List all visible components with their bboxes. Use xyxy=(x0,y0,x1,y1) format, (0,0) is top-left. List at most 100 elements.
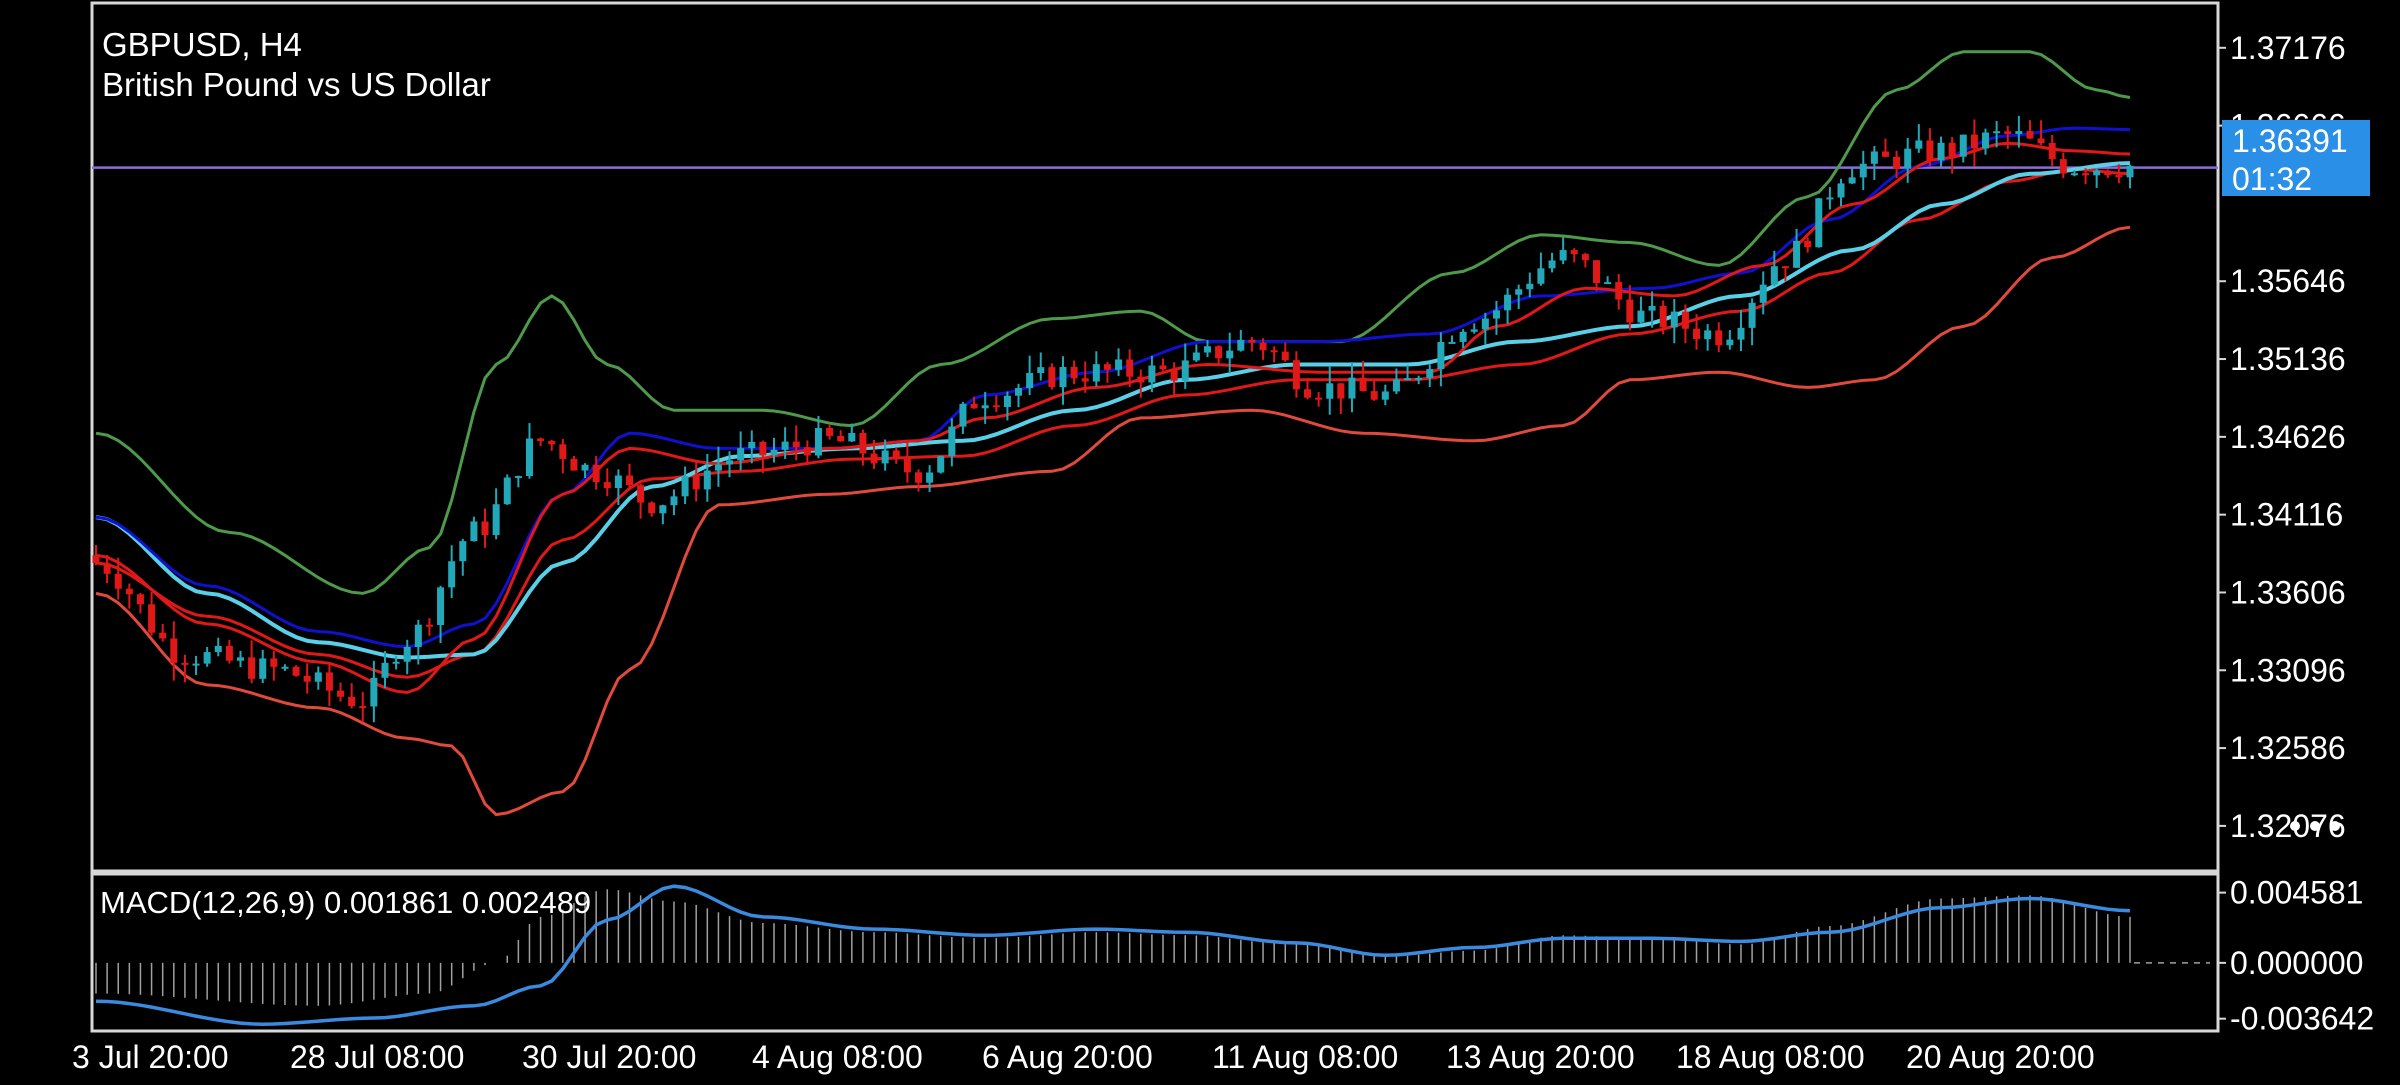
candle-body xyxy=(448,561,456,588)
candle-body xyxy=(537,438,545,441)
candle-body xyxy=(1381,391,1389,400)
candle-body xyxy=(1904,148,1912,169)
candle-body xyxy=(1115,359,1123,370)
candle-body xyxy=(1982,132,1990,149)
candle-body xyxy=(603,482,611,488)
more-options-button[interactable] xyxy=(2280,812,2350,840)
candle-body xyxy=(1837,183,1845,198)
candle-body xyxy=(548,440,556,445)
candle-body xyxy=(626,475,634,486)
chart-canvas[interactable]: 1.371761.366661.356461.351361.346261.341… xyxy=(0,0,2400,1080)
candle-body xyxy=(1459,331,1467,342)
x-axis-tick-label: 30 Jul 20:00 xyxy=(522,1039,696,1075)
candle-body xyxy=(1304,389,1312,398)
candle-body xyxy=(659,505,667,514)
candle-body xyxy=(914,472,922,483)
candle-body xyxy=(1470,329,1478,332)
candle-body xyxy=(425,624,433,627)
candle-body xyxy=(1826,197,1834,200)
candle-body xyxy=(1626,299,1634,323)
candle-body xyxy=(1515,289,1523,295)
candle-body xyxy=(2004,131,2012,134)
y-axis-tick-label: 1.35136 xyxy=(2230,341,2346,377)
candle-body xyxy=(748,441,756,449)
candle-body xyxy=(1492,310,1500,319)
candle-body xyxy=(337,690,345,697)
candle-body xyxy=(314,672,322,682)
dot-icon xyxy=(2290,821,2300,831)
candle-body xyxy=(103,563,111,574)
candle-body xyxy=(1893,156,1901,169)
candle-body xyxy=(1370,391,1378,400)
macd-label: MACD(12,26,9) 0.001861 0.002489 xyxy=(100,885,591,920)
candle-body xyxy=(514,476,522,479)
candle-body xyxy=(781,441,789,450)
candle-body xyxy=(2015,131,2023,134)
candle-body xyxy=(1281,351,1289,361)
candle-body xyxy=(1337,383,1345,399)
candle-body xyxy=(926,472,934,483)
candle-body xyxy=(937,456,945,473)
candle-body xyxy=(203,652,211,664)
candle-body xyxy=(1970,134,1978,149)
x-axis-tick-label: 3 Jul 20:00 xyxy=(72,1039,229,1075)
candle-body xyxy=(1426,369,1434,378)
candle-body xyxy=(1704,330,1712,340)
candle-body xyxy=(703,470,711,490)
candle-body xyxy=(1993,131,2001,134)
candle-body xyxy=(303,675,311,682)
candle-body xyxy=(481,521,489,536)
candle-body xyxy=(1715,330,1723,346)
candle-body xyxy=(225,645,233,661)
candle-body xyxy=(1770,266,1778,285)
candle-body xyxy=(1203,346,1211,353)
candle-body xyxy=(525,438,533,477)
macd-y-tick-label: 0.000000 xyxy=(2230,945,2363,981)
candle-body xyxy=(1404,378,1412,381)
candle-body xyxy=(1648,305,1656,311)
candle-body xyxy=(348,696,356,707)
candle-body xyxy=(1159,365,1167,370)
candle-body xyxy=(2104,170,2112,176)
y-axis-tick-label: 1.35646 xyxy=(2230,263,2346,299)
candle-body xyxy=(1026,372,1034,389)
chart-window[interactable]: 1.371761.366661.356461.351361.346261.341… xyxy=(0,0,2400,1080)
candle-body xyxy=(581,464,589,471)
candle-body xyxy=(181,662,189,665)
candle-body xyxy=(1937,142,1945,161)
candle-body xyxy=(1015,388,1023,396)
candle-body xyxy=(1148,365,1156,383)
candle-body xyxy=(1659,305,1667,328)
candle-body xyxy=(1815,198,1823,248)
candle-body xyxy=(737,448,745,461)
candle-body xyxy=(1793,240,1801,268)
candle-body xyxy=(1748,302,1756,328)
y-axis-tick-label: 1.37176 xyxy=(2230,30,2346,66)
x-axis-tick-label: 13 Aug 20:00 xyxy=(1446,1039,1635,1075)
candle-body xyxy=(1081,378,1089,382)
candle-body xyxy=(1915,140,1923,149)
x-axis-tick-label: 11 Aug 08:00 xyxy=(1212,1039,1398,1075)
candle-body xyxy=(1570,250,1578,255)
candle-body xyxy=(259,658,267,679)
candle-body xyxy=(1804,240,1812,248)
candle-body xyxy=(1848,177,1856,184)
candle-body xyxy=(970,403,978,409)
candle-body xyxy=(1504,294,1512,311)
candle-body xyxy=(2059,159,2067,174)
symbol-title: GBPUSD, H4 xyxy=(102,26,302,63)
candle-body xyxy=(1259,342,1267,351)
candle-body xyxy=(592,464,600,483)
candle-body xyxy=(492,504,500,536)
candle-body xyxy=(1037,367,1045,373)
candle-body xyxy=(1315,397,1323,400)
candle-body xyxy=(1103,364,1111,370)
candle-body xyxy=(1448,341,1456,344)
candle-body xyxy=(1670,311,1678,328)
candle-body xyxy=(1092,364,1100,382)
candle-body xyxy=(1592,260,1600,283)
candle-body xyxy=(437,587,445,626)
candle-body xyxy=(837,435,845,442)
candle-body xyxy=(759,441,767,456)
candle-body xyxy=(1537,268,1545,284)
